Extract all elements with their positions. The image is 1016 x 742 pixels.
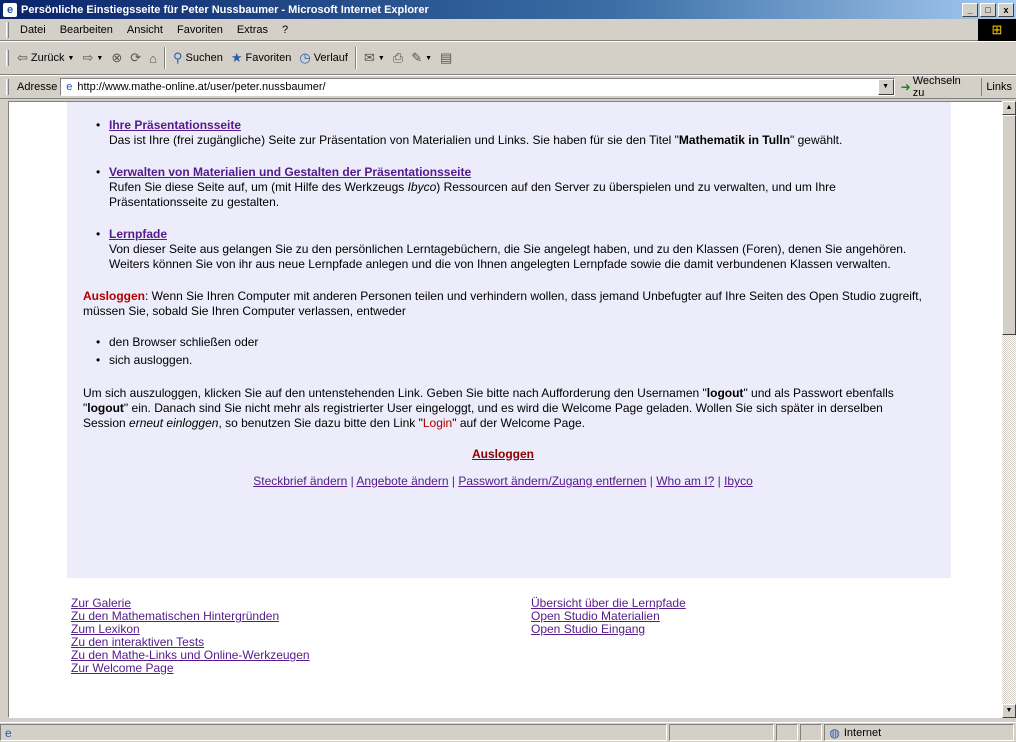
status-text-cell: e: [0, 724, 667, 741]
print-icon: ⎙: [392, 50, 404, 65]
logout-link[interactable]: Ausloggen: [472, 447, 534, 461]
history-icon: ◷: [299, 50, 311, 65]
stop-icon: ⊗: [111, 50, 123, 65]
menu-help[interactable]: ?: [275, 24, 295, 36]
history-button[interactable]: ◷ Verlauf: [295, 50, 352, 66]
window-controls: _ □ x: [962, 2, 1014, 17]
print-button[interactable]: ⎙: [389, 50, 407, 66]
section-lernpfade: • Lernpfade Von dieser Seite aus gelange…: [96, 227, 907, 271]
address-url[interactable]: http://www.mathe-online.at/user/peter.nu…: [77, 81, 325, 93]
window-title: Persönliche Einstiegsseite für Peter Nus…: [21, 3, 429, 16]
home-button[interactable]: ⌂: [145, 51, 161, 66]
windows-throbber: ⊞: [978, 19, 1016, 41]
link-whoami[interactable]: Who am I?: [656, 474, 714, 488]
toolbar-grip[interactable]: [6, 79, 9, 95]
page-status-icon: e: [5, 725, 12, 740]
toolbar-grip[interactable]: [6, 21, 9, 38]
address-input[interactable]: e http://www.mathe-online.at/user/peter.…: [60, 78, 895, 96]
list-item: • den Browser schließen oder: [96, 335, 259, 349]
footer-right: Übersicht über die Lernpfade Open Studio…: [531, 597, 686, 636]
page-viewport: • Ihre Präsentationsseite Das ist Ihre (…: [8, 101, 1004, 718]
logout-label: Ausloggen: [83, 289, 145, 303]
footer-link-welcome[interactable]: Zur Welcome Page: [71, 662, 310, 675]
footer-left: Zur Galerie Zu den Mathematischen Hinter…: [71, 597, 310, 675]
back-arrow-icon: ⇦: [17, 50, 28, 65]
edit-icon: ✎: [411, 50, 423, 65]
menu-favoriten[interactable]: Favoriten: [170, 24, 230, 36]
back-button[interactable]: ⇦ Zurück ▼: [13, 50, 78, 66]
scroll-thumb[interactable]: [1002, 115, 1016, 335]
go-arrow-icon: ➜: [900, 80, 911, 94]
edit-dropdown-icon[interactable]: ▼: [425, 55, 432, 62]
stop-button[interactable]: ⊗: [107, 50, 126, 66]
title-bar: e Persönliche Einstiegsseite für Peter N…: [0, 0, 1016, 19]
section-praesentationsseite: • Ihre Präsentationsseite Das ist Ihre (…: [96, 118, 843, 147]
refresh-button[interactable]: ⟳: [126, 50, 145, 66]
menu-bar: Datei Bearbeiten Ansicht Favoriten Extra…: [0, 19, 1016, 41]
back-dropdown-icon[interactable]: ▼: [68, 55, 75, 62]
bullet: •: [96, 165, 101, 179]
menu-bearbeiten[interactable]: Bearbeiten: [53, 24, 120, 36]
address-dropdown-icon[interactable]: ▼: [877, 79, 894, 95]
windows-flag-icon: ⊞: [991, 22, 1003, 37]
vertical-scrollbar[interactable]: ▲ ▼: [1002, 101, 1016, 718]
menu-datei[interactable]: Datei: [13, 24, 53, 36]
status-bar: e ◍ Internet: [0, 722, 1016, 742]
link-angebote[interactable]: Angebote ändern: [356, 474, 448, 488]
link-steckbrief[interactable]: Steckbrief ändern: [253, 474, 347, 488]
menu-ansicht[interactable]: Ansicht: [120, 24, 170, 36]
scroll-down-icon[interactable]: ▼: [1002, 704, 1016, 718]
address-label: Adresse: [17, 81, 58, 93]
bullet: •: [96, 227, 101, 241]
footer-link-eingang[interactable]: Open Studio Eingang: [531, 623, 686, 636]
zone-cell: ◍ Internet: [824, 724, 1014, 741]
globe-icon: ◍: [829, 725, 840, 740]
mail-dropdown-icon[interactable]: ▼: [378, 55, 385, 62]
favorites-button[interactable]: ★ Favoriten: [227, 50, 296, 66]
scroll-up-icon[interactable]: ▲: [1002, 101, 1016, 115]
search-button[interactable]: ⚲ Suchen: [169, 50, 227, 66]
forward-arrow-icon: ⇨: [82, 50, 94, 65]
login-word: Login: [422, 416, 453, 430]
refresh-icon: ⟳: [130, 50, 142, 65]
logout-intro: Ausloggen: Wenn Sie Ihren Computer mit a…: [83, 289, 922, 318]
minimize-button[interactable]: _: [962, 2, 978, 17]
page-icon: e: [66, 81, 73, 93]
mail-icon: ✉: [363, 50, 375, 65]
mail-button[interactable]: ✉ ▼: [360, 50, 389, 66]
home-icon: ⌂: [149, 50, 157, 66]
account-nav: Steckbrief ändern | Angebote ändern | Pa…: [253, 474, 753, 488]
edit-button[interactable]: ✎ ▼: [407, 50, 436, 66]
go-button[interactable]: ➜ Wechseln zu: [895, 75, 982, 99]
standard-toolbar: ⇦ Zurück ▼ ⇨ ▼ ⊗ ⟳ ⌂ ⚲ Suchen ★ Favorite…: [0, 41, 1016, 75]
toolbar-grip[interactable]: [6, 50, 9, 66]
section-verwalten: • Verwalten von Materialien und Gestalte…: [96, 165, 836, 209]
address-bar: Adresse e http://www.mathe-online.at/use…: [0, 75, 1016, 99]
link-passwort[interactable]: Passwort ändern/Zugang entfernen: [458, 474, 646, 488]
favorites-icon: ★: [230, 50, 243, 65]
search-icon: ⚲: [172, 50, 183, 65]
links-toolbar[interactable]: Links: [981, 78, 1016, 96]
close-button[interactable]: x: [998, 2, 1014, 17]
maximize-button[interactable]: □: [980, 2, 996, 17]
link-verwalten[interactable]: Verwalten von Materialien und Gestalten …: [109, 165, 471, 179]
link-lernpfade[interactable]: Lernpfade: [109, 227, 167, 241]
discuss-button[interactable]: ▤: [436, 50, 456, 66]
ie-logo-icon: e: [3, 2, 17, 17]
logout-options: • den Browser schließen oder • sich auslog…: [83, 335, 923, 368]
zone-label: Internet: [843, 726, 882, 739]
menu-extras[interactable]: Extras: [230, 24, 275, 36]
browser-window: e Persönliche Einstiegsseite für Peter N…: [0, 0, 1016, 742]
link-praesentationsseite[interactable]: Ihre Präsentationsseite: [109, 118, 241, 132]
link-ibyco[interactable]: Ibyco: [724, 474, 753, 488]
discuss-icon: ▤: [440, 50, 453, 65]
forward-button[interactable]: ⇨ ▼: [78, 50, 107, 66]
logout-instructions: Um sich auszuloggen, klicken Sie auf den…: [83, 386, 894, 430]
main-content: • Ihre Präsentationsseite Das ist Ihre (…: [83, 118, 923, 489]
bullet: •: [96, 118, 101, 132]
forward-dropdown-icon[interactable]: ▼: [96, 55, 103, 62]
list-item: • sich ausloggen.: [96, 353, 193, 367]
